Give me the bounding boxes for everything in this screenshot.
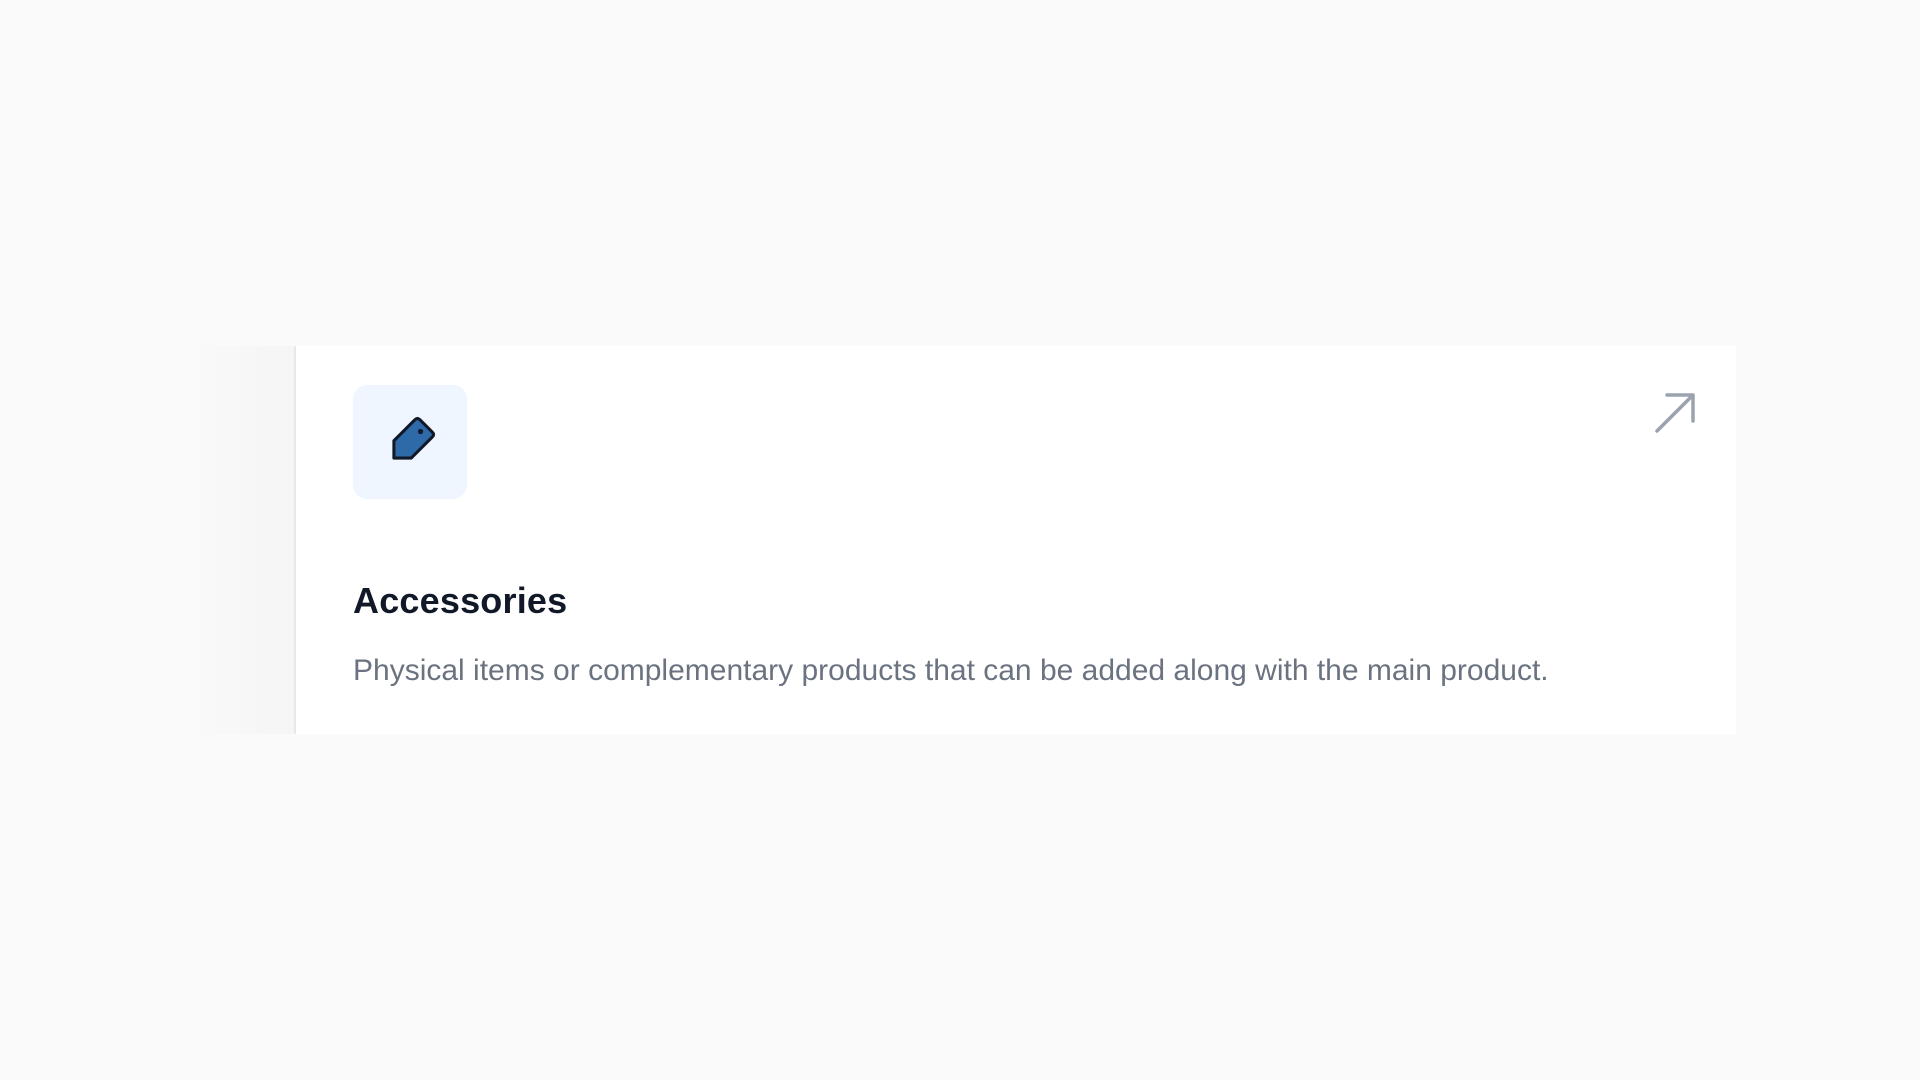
- category-icon-tile: [353, 385, 467, 499]
- page: Accessories Physical items or complement…: [0, 0, 1920, 1080]
- arrow-up-right-icon: [1655, 393, 1695, 433]
- tag-icon: [392, 416, 436, 460]
- category-title: Accessories: [353, 580, 568, 621]
- card-shadow: [186, 346, 294, 734]
- category-card[interactable]: Accessories Physical items or complement…: [294, 346, 1736, 734]
- category-description: Physical items or complementary products…: [353, 654, 1549, 687]
- open-category-button[interactable]: [1650, 388, 1700, 438]
